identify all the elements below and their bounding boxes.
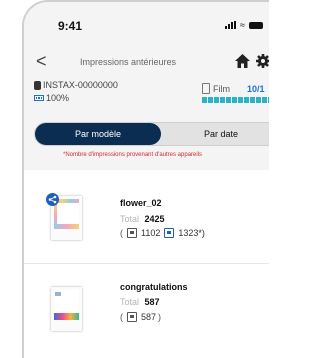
device-battery: 100% — [34, 93, 69, 103]
status-icons: ≈ — [225, 20, 263, 30]
device-name: INSTAX-00000000 — [34, 80, 118, 90]
signal-icon — [225, 21, 237, 29]
template-name: congratulations — [120, 282, 188, 292]
shared-print-icon — [164, 228, 175, 238]
print-icon — [127, 312, 137, 322]
phone-frame: 9:41 ≈ < Impressions antérieures INSTAX-… — [0, 0, 269, 358]
total-value: 2425 — [144, 214, 165, 224]
list-item[interactable]: congratulations Total 587 ( 587 ) — [24, 264, 269, 358]
print-icon — [127, 228, 137, 238]
other-devices-note: *Nombre d'impressions provenant d'autres… — [63, 152, 203, 158]
home-icon[interactable] — [234, 53, 251, 69]
template-name: flower_02 — [120, 198, 162, 208]
nav-bar: < Impressions antérieures — [24, 48, 269, 76]
paren-close: ) — [158, 312, 162, 322]
total-value: 587 — [144, 297, 160, 307]
share-icon — [46, 193, 59, 206]
total-row: Total 587 — [120, 297, 160, 307]
total-label: Total — [120, 297, 140, 307]
list-item[interactable]: flower_02 Total 2425 ( 1102 1323*) — [24, 170, 269, 264]
total-label: Total — [120, 214, 140, 224]
total-row: Total 2425 — [120, 214, 165, 224]
paren-open: ( — [120, 228, 123, 238]
battery-level-icon — [34, 95, 44, 101]
app-screen: 9:41 ≈ < Impressions antérieures INSTAX-… — [24, 2, 269, 358]
other-print-count: 1323*) — [178, 228, 205, 238]
paren-open: ( — [120, 312, 123, 322]
print-history-list: flower_02 Total 2425 ( 1102 1323*) congr — [24, 170, 269, 358]
film-label: Film — [213, 83, 230, 94]
page-title: Impressions antérieures — [80, 57, 177, 67]
wifi-icon: ≈ — [240, 20, 245, 30]
tab-par-date[interactable]: Par date — [161, 123, 269, 145]
template-thumbnail — [51, 287, 82, 331]
camera-icon — [34, 80, 41, 90]
film-count: 10/1 — [247, 83, 265, 94]
print-count-row: ( 587 ) — [120, 312, 161, 322]
back-icon[interactable]: < — [36, 52, 50, 71]
gear-icon[interactable] — [255, 53, 269, 69]
battery-label: 100% — [46, 93, 70, 103]
battery-icon — [249, 21, 263, 29]
film-remaining-bar — [202, 97, 269, 103]
device-name-label: INSTAX-00000000 — [43, 80, 118, 90]
film-icon — [202, 83, 210, 94]
print-count-row: ( 1102 1323*) — [120, 228, 205, 238]
own-print-count: 1102 — [141, 228, 161, 238]
tab-par-modele[interactable]: Par modèle — [35, 123, 161, 145]
film-status: Film 10/1 — [202, 83, 265, 94]
view-toggle: Par modèle Par date — [34, 122, 269, 146]
device-info: INSTAX-00000000 100% Film 10/1 — [24, 80, 269, 112]
status-time: 9:41 — [58, 19, 83, 33]
status-bar: 9:41 ≈ — [24, 2, 269, 40]
own-print-count: 587 — [141, 312, 157, 322]
